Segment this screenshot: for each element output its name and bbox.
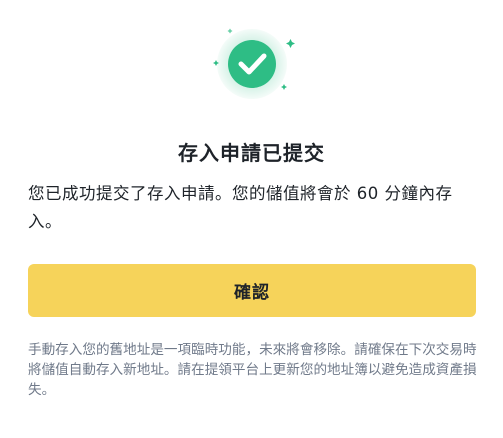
notice-text: 手動存入您的舊地址是一項臨時功能，未來將會移除。請確保在下次交易時將儲值自動存入… (28, 342, 477, 398)
deposit-submitted-dialog: 存入申請已提交 您已成功提交了存入申請。您的儲值將會於 60 分鐘內存入。 確認… (0, 0, 503, 438)
confirm-button[interactable]: 確認 (28, 264, 476, 317)
dialog-title: 存入申請已提交 (178, 141, 325, 165)
dialog-message: 您已成功提交了存入申請。您的儲值將會於 60 分鐘內存入。 (28, 184, 453, 231)
success-check-icon (207, 22, 297, 102)
